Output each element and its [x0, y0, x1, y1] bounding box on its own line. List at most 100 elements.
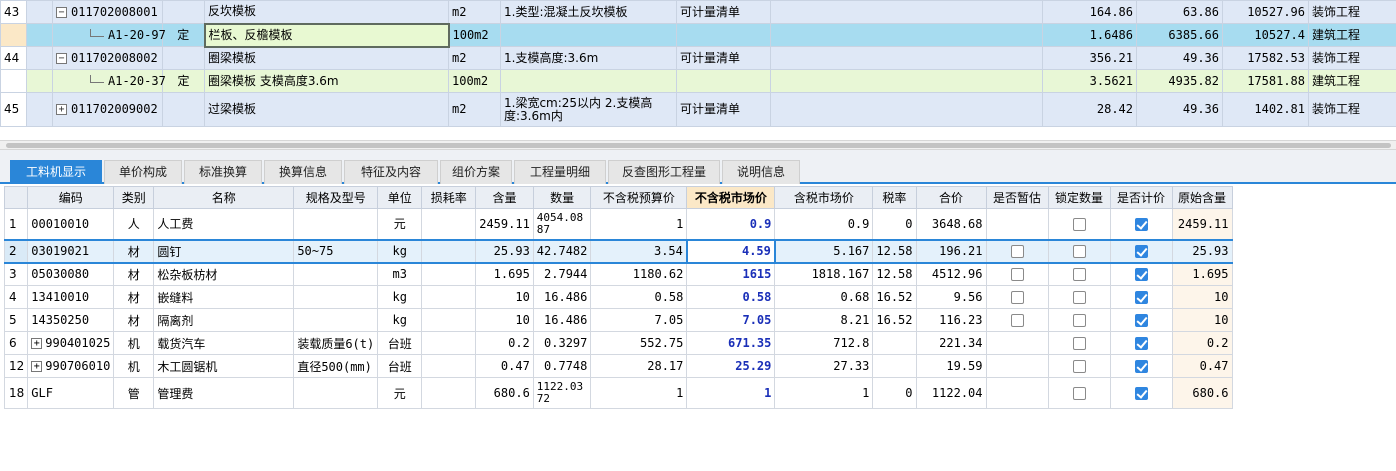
item-feature[interactable] — [500, 23, 677, 47]
is-priced-checkbox[interactable] — [1134, 360, 1148, 373]
column-header[interactable]: 数量 — [532, 186, 592, 209]
item-quantity[interactable]: 28.42 — [1042, 92, 1137, 127]
loss-rate[interactable] — [421, 238, 477, 264]
tab-conversion-info[interactable]: 换算信息 — [264, 160, 342, 184]
resource-name[interactable]: 管理费 — [153, 377, 295, 409]
market-price-incl-tax[interactable]: 0.9 — [774, 208, 874, 240]
item-list-grid[interactable]: 1.支模高度3.6m内43−011702008001反坎模板m21.类型:混凝土… — [0, 0, 1396, 140]
row-number[interactable]: 18 — [3, 377, 29, 409]
resource-code[interactable]: 05030080 — [27, 262, 115, 286]
row-number[interactable] — [0, 23, 27, 47]
resource-category[interactable]: 机 — [113, 354, 155, 378]
tax-rate[interactable]: 16.52 — [872, 285, 917, 309]
column-header[interactable]: 原始含量 — [1171, 186, 1233, 209]
tax-rate[interactable]: 0 — [872, 377, 917, 409]
row-number[interactable]: 1 — [3, 208, 29, 240]
tab-features-content[interactable]: 特征及内容 — [344, 160, 438, 184]
resource-code[interactable]: 14350250 — [27, 308, 115, 332]
market-price-incl-tax[interactable]: 1 — [774, 377, 874, 409]
item-code[interactable]: −011702008002 — [52, 46, 163, 70]
column-header[interactable]: 含税市场价 — [774, 186, 874, 209]
content-amount[interactable]: 0.2 — [475, 331, 534, 355]
column-header[interactable]: 锁定数量 — [1047, 186, 1111, 209]
market-price-excl-tax[interactable]: 1 — [686, 377, 776, 409]
loss-rate[interactable] — [421, 208, 477, 240]
column-header[interactable]: 不含税市场价 — [686, 186, 776, 209]
provisional-checkbox[interactable] — [1010, 291, 1024, 304]
column-header[interactable]: 名称 — [153, 186, 295, 209]
bill-row[interactable]: A1-20-97 定栏板、反檐模板 100m2 1.6486 6385.66 10527.… — [0, 22, 1396, 48]
column-header[interactable]: 损耗率 — [421, 186, 477, 209]
tax-rate[interactable]: 12.58 — [872, 262, 917, 286]
quantity[interactable]: 0.3297 — [532, 331, 592, 355]
is-priced-checkbox[interactable] — [1134, 291, 1148, 304]
resource-row[interactable]: 4 13410010 材嵌缝料 kg 10 16.486 0.58 0.58 0.68 16.52… — [3, 285, 1233, 309]
lock-quantity-checkbox[interactable] — [1072, 360, 1086, 373]
tax-rate[interactable]: 0 — [872, 208, 917, 240]
item-feature[interactable]: 1.支模高度:3.6m — [500, 46, 677, 70]
item-feature[interactable]: 1.类型:混凝土反坎模板 — [500, 0, 677, 24]
resource-code[interactable]: GLF — [27, 377, 115, 409]
row-number[interactable]: 44 — [0, 46, 27, 70]
resource-unit[interactable]: 元 — [377, 208, 423, 240]
loss-rate[interactable] — [421, 354, 477, 378]
resource-row[interactable]: 1 00010010 人人工费元 2459.11 4054.0887 1 0.9 0.9 0 36… — [3, 208, 1233, 240]
row-number[interactable]: 2 — [3, 238, 29, 264]
provisional-checkbox[interactable] — [1010, 314, 1024, 327]
item-quantity[interactable]: 356.21 — [1042, 46, 1137, 70]
tax-rate[interactable]: 16.52 — [872, 308, 917, 332]
tab-reverse-graphic-quantity[interactable]: 反查图形工程量 — [608, 160, 720, 184]
market-price-incl-tax[interactable]: 5.167 — [774, 238, 874, 264]
lock-quantity-checkbox[interactable] — [1072, 387, 1086, 400]
column-header[interactable]: 单位 — [377, 186, 423, 209]
item-code[interactable]: A1-20-97 — [52, 23, 166, 47]
column-header[interactable]: 是否计价 — [1109, 186, 1173, 209]
resource-unit[interactable]: kg — [377, 238, 423, 264]
item-name[interactable]: 圈梁模板 支模高度3.6m — [204, 69, 449, 93]
content-amount[interactable]: 10 — [475, 308, 534, 332]
resource-spec[interactable]: 装载质量6(t) — [293, 331, 379, 355]
column-header[interactable]: 类别 — [113, 186, 155, 209]
tax-rate[interactable] — [872, 354, 917, 378]
resource-row[interactable]: 18 GLF 管管理费元 680.6 1122.0372 1 1 1 0 1122.04 680.6 — [3, 377, 1233, 409]
resource-name[interactable]: 人工费 — [153, 208, 295, 240]
content-amount[interactable]: 680.6 — [475, 377, 534, 409]
row-number[interactable]: 3 — [3, 262, 29, 286]
item-name[interactable]: 过梁模板 — [204, 92, 449, 127]
market-price-excl-tax[interactable]: 0.9 — [686, 208, 776, 240]
item-code[interactable]: +011702009002 — [52, 92, 163, 127]
loss-rate[interactable] — [421, 262, 477, 286]
expand-icon[interactable]: + — [31, 361, 43, 372]
loss-rate[interactable] — [421, 285, 477, 309]
bill-row[interactable]: A1-20-37 定圈梁模板 支模高度3.6m 100m2 3.5621 4935.82… — [0, 69, 1396, 93]
lock-quantity-checkbox[interactable] — [1072, 314, 1086, 327]
resource-name[interactable]: 嵌缝料 — [153, 285, 295, 309]
quantity[interactable]: 4054.0887 — [532, 208, 592, 240]
row-number[interactable]: 43 — [0, 0, 27, 24]
budget-price-excl-tax[interactable]: 1 — [590, 377, 688, 409]
resource-spec[interactable] — [293, 377, 379, 409]
resource-code[interactable]: 00010010 — [27, 208, 115, 240]
column-header[interactable]: 不含税预算价 — [590, 186, 688, 209]
resource-unit[interactable]: kg — [377, 285, 423, 309]
quantity[interactable]: 16.486 — [532, 285, 592, 309]
column-header[interactable]: 税率 — [872, 186, 917, 209]
column-header[interactable]: 是否暂估 — [985, 186, 1049, 209]
horizontal-scrollbar[interactable] — [0, 140, 1396, 150]
resource-category[interactable]: 机 — [113, 331, 155, 355]
item-feature[interactable]: 1.梁宽cm:25以内 2.支模高度:3.6m内 — [500, 92, 677, 127]
budget-price-excl-tax[interactable]: 1180.62 — [590, 262, 688, 286]
quantity[interactable]: 0.7748 — [532, 354, 592, 378]
resource-spec[interactable] — [293, 208, 379, 240]
budget-price-excl-tax[interactable]: 7.05 — [590, 308, 688, 332]
column-header[interactable]: 含量 — [475, 186, 534, 209]
budget-price-excl-tax[interactable]: 0.58 — [590, 285, 688, 309]
is-priced-checkbox[interactable] — [1134, 217, 1148, 231]
loss-rate[interactable] — [421, 377, 477, 409]
item-name[interactable]: 圈梁模板 — [204, 46, 449, 70]
content-amount[interactable]: 0.47 — [475, 354, 534, 378]
market-price-excl-tax[interactable]: 25.29 — [686, 354, 776, 378]
market-price-incl-tax[interactable]: 0.68 — [774, 285, 874, 309]
quantity[interactable]: 1122.0372 — [532, 377, 592, 409]
resource-row[interactable]: 12 +990706010 机木工圆锯机 直径500(mm) 台班 0.47 0.7748 2… — [3, 354, 1233, 378]
